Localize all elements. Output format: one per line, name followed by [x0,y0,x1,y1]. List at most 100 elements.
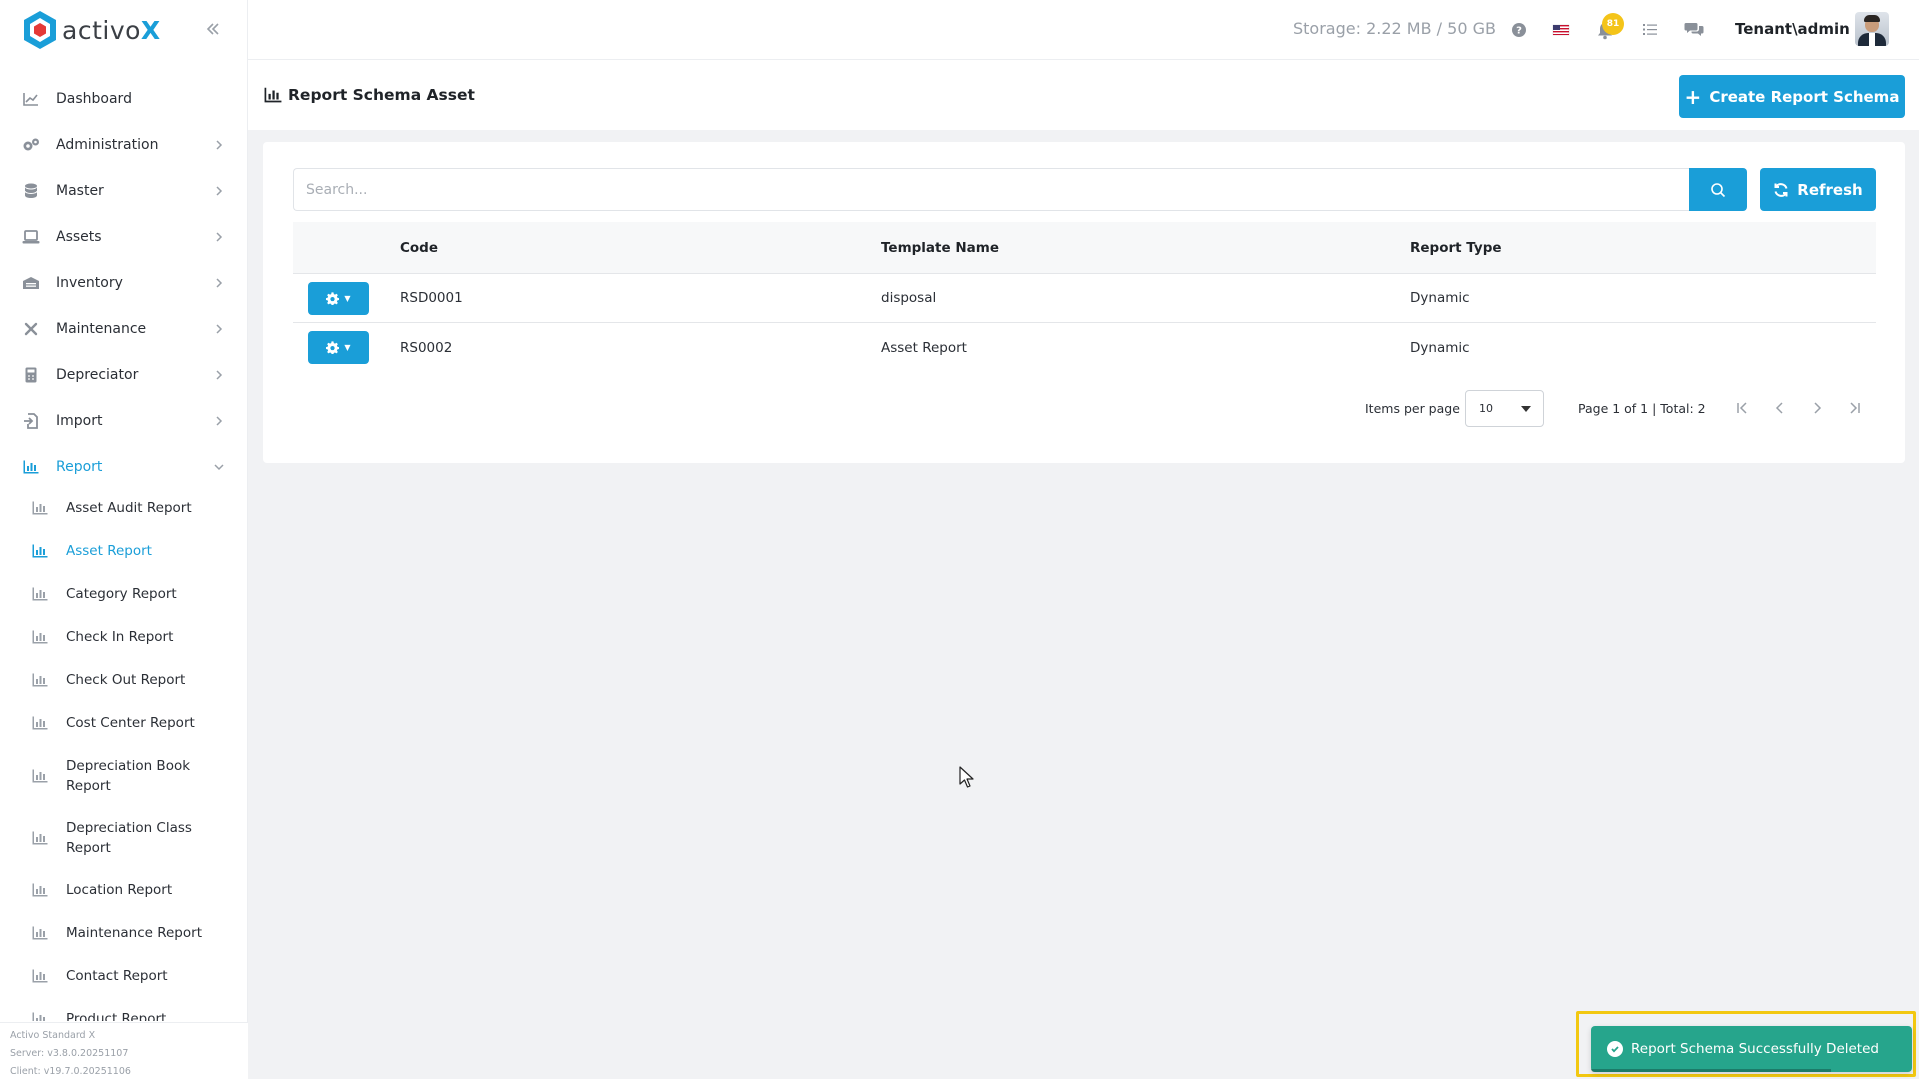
sidebar-subitem-label: Depreciation Book Report [66,758,191,794]
refresh-button[interactable]: Refresh [1760,168,1876,211]
help-icon[interactable]: ? [1510,20,1530,40]
collapse-sidebar-icon[interactable] [202,18,224,40]
row-actions-button[interactable]: ▼ [308,282,369,315]
bar-chart-icon [32,769,48,783]
sidebar-subitem-maintenance-report[interactable]: Maintenance Report [0,923,248,966]
refresh-icon [1774,182,1788,197]
edition-text: Activo Standard X [10,1030,96,1041]
svg-text:?: ? [1516,26,1522,37]
sidebar-item-label: Inventory [56,275,123,291]
previous-page-icon[interactable] [1770,398,1790,418]
sidebar-item-label: Master [56,183,104,199]
cell-template-name: disposal [881,290,937,306]
sidebar-item-maintenance[interactable]: Maintenance [0,306,248,352]
items-per-page-value: 10 [1479,402,1493,415]
chevron-right-icon [216,370,223,380]
pagination: Items per page 10 Page 1 of 1 | Total: 2 [263,388,1905,428]
search-input[interactable] [293,168,1689,211]
sidebar-item-label: Dashboard [56,91,132,107]
gear-icon [326,292,340,305]
column-header-report-type[interactable]: Report Type [1410,240,1502,256]
sidebar-subitem-label: Location Report [66,882,173,898]
sidebar-item-label: Report [56,459,103,475]
chevron-right-icon [216,140,223,150]
sidebar-subitem-label: Asset Report [66,543,152,559]
sidebar-item-administration[interactable]: Administration [0,122,248,168]
task-list-icon[interactable] [1641,20,1661,40]
bar-chart-icon [32,883,48,897]
bar-chart-icon [22,458,40,476]
create-button-label: Create Report Schema [1709,87,1900,106]
sidebar-subitem-label: Check Out Report [66,672,186,688]
server-version: Server: v3.8.0.20251107 [10,1048,129,1059]
sidebar-subitem-label: Cost Center Report [66,715,195,731]
database-icon [22,182,40,200]
sidebar-item-depreciator[interactable]: Depreciator [0,352,248,398]
sidebar-subitem-label: Category Report [66,586,177,602]
sidebar-subitem-asset-audit-report[interactable]: Asset Audit Report [0,498,248,541]
sidebar: activoX Dashboard Administration Master … [0,0,248,1079]
sidebar-item-import[interactable]: Import [0,398,248,444]
sidebar-subitem-product-report[interactable]: Product Report [0,1009,248,1021]
bar-chart-icon [264,87,282,103]
sidebar-subitem-location-report[interactable]: Location Report [0,880,248,923]
plus-icon: + [1684,84,1702,109]
sidebar-subitem-check-in-report[interactable]: Check In Report [0,627,248,670]
search-button[interactable] [1689,168,1747,211]
bar-chart-icon [32,926,48,940]
mouse-cursor-icon [959,766,974,788]
chevron-right-icon [216,232,223,242]
items-per-page-label: Items per page [1365,401,1460,416]
last-page-icon[interactable] [1845,398,1865,418]
sidebar-subitem-label: Contact Report [66,968,168,984]
tools-icon [22,320,40,338]
sidebar-item-dashboard[interactable]: Dashboard [0,76,248,122]
us-flag-icon[interactable] [1552,20,1572,40]
sidebar-item-label: Administration [56,137,159,153]
table-header: Code Template Name Report Type [293,222,1876,274]
client-version: Client: v19.7.0.20251106 [10,1066,131,1077]
column-header-template-name[interactable]: Template Name [881,240,999,256]
page-info: Page 1 of 1 | Total: 2 [1578,401,1706,416]
storage-usage: Storage: 2.22 MB / 50 GB [1293,19,1496,38]
sidebar-subitem-asset-report[interactable]: Asset Report [0,541,248,584]
chat-icon[interactable] [1684,20,1704,40]
sidebar-subitem-contact-report[interactable]: Contact Report [0,966,248,1009]
bar-chart-icon [32,969,48,983]
success-toast[interactable]: Report Schema Successfully Deleted [1591,1026,1912,1072]
sidebar-subitem-category-report[interactable]: Category Report [0,584,248,627]
table-row: ▼ RS0002 Asset Report Dynamic [293,323,1876,372]
create-report-schema-button[interactable]: + Create Report Schema [1679,75,1905,118]
avatar[interactable] [1855,12,1889,46]
row-actions-button[interactable]: ▼ [308,331,369,364]
sidebar-subitem-depreciation-book-report[interactable]: Depreciation Book Report [0,756,248,818]
bar-chart-icon [32,716,48,730]
caret-down-icon: ▼ [344,343,351,352]
sidebar-subitem-check-out-report[interactable]: Check Out Report [0,670,248,713]
sidebar-item-report[interactable]: Report [0,444,248,490]
first-page-icon[interactable] [1732,398,1752,418]
sidebar-subitem-cost-center-report[interactable]: Cost Center Report [0,713,248,756]
chevron-down-icon [214,464,224,471]
report-schema-card: Refresh Code Template Name Report Type ▼… [263,142,1905,463]
sidebar-subitem-depreciation-class-report[interactable]: Depreciation Class Report [0,818,248,880]
table-row: ▼ RSD0001 disposal Dynamic [293,274,1876,323]
user-name[interactable]: Tenant\admin [1735,20,1850,38]
toast-message: Report Schema Successfully Deleted [1631,1041,1879,1057]
bar-chart-icon [32,630,48,644]
report-schema-table: Code Template Name Report Type ▼ RSD0001… [293,222,1876,372]
next-page-icon[interactable] [1807,398,1827,418]
bar-chart-icon [32,1012,45,1021]
column-header-code[interactable]: Code [400,240,438,256]
items-per-page-select[interactable]: 10 [1465,390,1544,427]
page-title-text: Report Schema Asset [288,86,475,104]
sidebar-item-inventory[interactable]: Inventory [0,260,248,306]
search-icon [1711,182,1726,197]
brand-name: activoX [62,15,161,45]
version-info: Activo Standard X Server: v3.8.0.2025110… [0,1022,248,1079]
calculator-icon [22,366,40,384]
bar-chart-icon [32,587,48,601]
activo-logo-icon [24,11,56,49]
sidebar-item-assets[interactable]: Assets [0,214,248,260]
sidebar-item-master[interactable]: Master [0,168,248,214]
